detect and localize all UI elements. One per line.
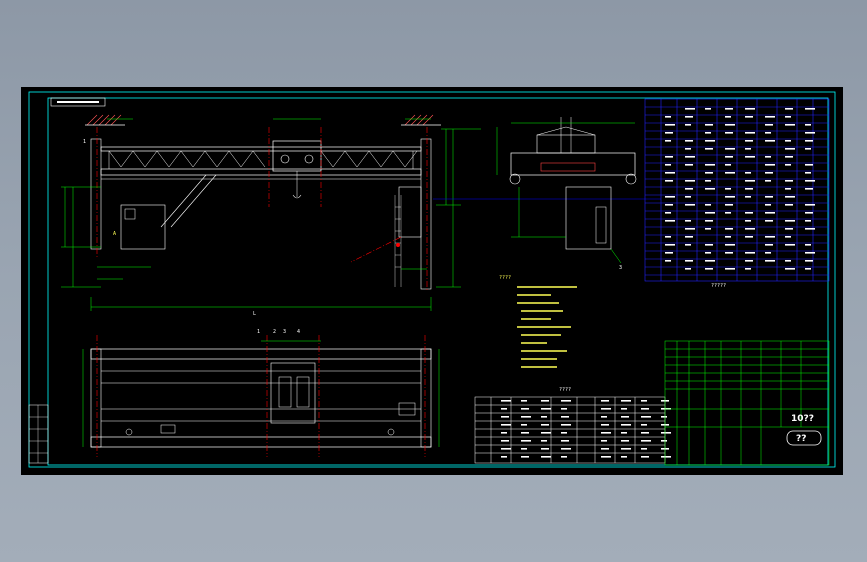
- part-number-4: 4: [297, 329, 300, 335]
- parts-list: [474, 396, 666, 464]
- parameter-table: [644, 98, 830, 282]
- part-number-2: 2: [273, 329, 276, 335]
- drawing-frame: [28, 91, 836, 468]
- table-caption: ?????: [711, 283, 726, 289]
- side-elevation-view: 3: [496, 117, 637, 271]
- cad-viewport[interactable]: A 1 L 3 1 2 3 4 ???? ????? ???? 10?? ??: [21, 87, 843, 475]
- company-logo: ??: [786, 430, 822, 446]
- svg-text:??: ??: [796, 434, 806, 444]
- svg-text:1: 1: [83, 139, 86, 145]
- drawing-number: 10??: [791, 414, 814, 424]
- section-label-a: A: [113, 231, 116, 237]
- part-number-1: 1: [257, 329, 260, 335]
- notes-title: ????: [499, 275, 511, 281]
- title-block: [664, 340, 830, 466]
- plan-view: 1 2 3 4: [82, 329, 440, 457]
- svg-text:3: 3: [619, 265, 622, 271]
- drawing-canvas: A 1 L 3 1 2 3 4 ???? ????? ???? 10?? ??: [28, 91, 836, 468]
- parameter-table-values: [665, 108, 815, 270]
- left-revision-strip: [28, 404, 49, 464]
- svg-text:L: L: [253, 311, 256, 317]
- parts-list-title: ????: [559, 387, 571, 393]
- technical-notes: ????: [499, 275, 577, 368]
- part-number-3: 3: [283, 329, 286, 335]
